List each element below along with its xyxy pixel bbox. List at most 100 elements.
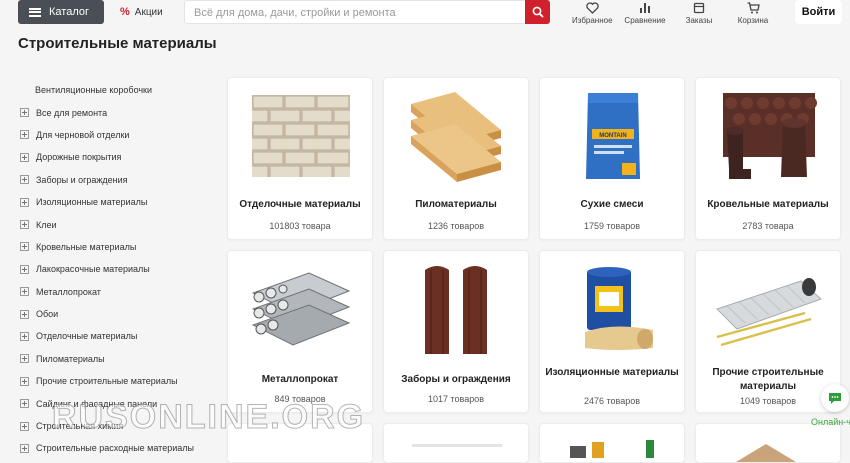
product-image — [736, 444, 796, 462]
category-name: Прочие строительные материалы — [712, 367, 824, 392]
menu-icon — [29, 7, 41, 17]
catalog-button[interactable]: Каталог — [18, 0, 104, 24]
sidebar-item-label: Строительная химия — [36, 421, 124, 432]
sidebar-item-label: Вентиляционные коробочки — [35, 85, 153, 96]
expand-icon[interactable] — [20, 354, 29, 364]
expand-icon[interactable] — [20, 152, 29, 162]
product-image — [570, 440, 654, 458]
sidebar-item[interactable]: Металлопрокат — [20, 281, 220, 303]
category-card[interactable] — [539, 423, 685, 463]
percent-icon: % — [120, 6, 130, 18]
category-count: 1049 товаров — [739, 396, 797, 406]
heart-icon — [585, 2, 599, 14]
sidebar-item[interactable]: Прочие строительные материалы — [20, 370, 220, 392]
search-input[interactable] — [185, 1, 516, 25]
nav-favorites-label: Избранное — [572, 16, 613, 25]
nav-cart[interactable]: Корзина — [736, 1, 770, 25]
sidebar-item-label: Лакокрасочные материалы — [36, 264, 150, 275]
mesh-roll-image — [714, 259, 824, 359]
sidebar-item[interactable]: Клеи — [20, 213, 220, 235]
category-card[interactable] — [227, 423, 373, 463]
sidebar-item[interactable]: Сайдинг и фасадные панели — [20, 392, 220, 414]
expand-icon[interactable] — [20, 220, 29, 230]
expand-icon[interactable] — [20, 309, 29, 319]
dry-mix-bag-image: MONTAIN — [558, 86, 668, 186]
compare-icon — [640, 3, 650, 13]
sidebar-item[interactable]: Строительная химия — [20, 415, 220, 437]
sidebar-item[interactable]: Изоляционные материалы — [20, 191, 220, 213]
page-title: Строительные материалы — [18, 35, 217, 52]
category-name: Заборы и ограждения — [401, 374, 511, 385]
sidebar-item[interactable]: Обои — [20, 303, 220, 325]
category-sidebar: Вентиляционные коробочки Все для ремонта… — [20, 79, 220, 460]
category-count: 1017 товаров — [427, 394, 485, 404]
chat-button[interactable] — [821, 384, 849, 412]
category-card[interactable]: Пиломатериалы 1236 товаров — [383, 77, 529, 240]
category-card[interactable]: Заборы и ограждения 1017 товаров — [383, 250, 529, 413]
expand-icon[interactable] — [20, 443, 29, 453]
category-count: 1759 товаров — [583, 221, 641, 231]
sidebar-item[interactable]: Отделочные материалы — [20, 325, 220, 347]
sidebar-item-label: Изоляционные материалы — [36, 197, 148, 208]
expand-icon[interactable] — [20, 421, 29, 431]
sidebar-item[interactable]: Для черновой отделки — [20, 124, 220, 146]
expand-icon[interactable] — [20, 264, 29, 274]
sidebar-item[interactable]: Вентиляционные коробочки — [20, 79, 220, 101]
category-name: Сухие смеси — [580, 199, 644, 210]
brick-wall-image — [246, 86, 356, 186]
metal-pipes-image — [246, 259, 356, 359]
sidebar-item-label: Обои — [36, 309, 59, 320]
expand-icon[interactable] — [20, 242, 29, 252]
expand-icon[interactable] — [20, 331, 29, 341]
nav-orders[interactable]: Заказы — [683, 1, 715, 25]
login-button[interactable]: Войти — [795, 0, 842, 24]
expand-icon[interactable] — [20, 376, 29, 386]
search-button[interactable] — [525, 0, 550, 24]
category-card[interactable] — [383, 423, 529, 463]
expand-icon[interactable] — [20, 175, 29, 185]
sidebar-item-label: Все для ремонта — [36, 107, 108, 118]
category-name: Отделочные материалы — [239, 199, 361, 210]
category-name: Металлопрокат — [261, 374, 339, 385]
category-card[interactable]: Изоляционные материалы 2476 товаров — [539, 250, 685, 413]
category-card[interactable]: MONTAIN Сухие смеси 1759 товаров — [539, 77, 685, 240]
category-card[interactable]: Кровельные материалы 2783 товара — [695, 77, 841, 240]
expand-icon[interactable] — [20, 108, 29, 118]
sidebar-item-label: Кровельные материалы — [36, 241, 137, 252]
expand-icon[interactable] — [20, 197, 29, 207]
bag-brand-label: MONTAIN — [599, 133, 627, 139]
sidebar-item[interactable]: Дорожные покрытия — [20, 146, 220, 168]
category-card[interactable]: Отделочные материалы 101803 товара — [227, 77, 373, 240]
product-image — [412, 444, 502, 447]
category-count: 2783 товара — [742, 221, 794, 231]
nav-orders-label: Заказы — [685, 16, 713, 25]
category-card[interactable] — [695, 423, 841, 463]
nav-compare-label: Сравнение — [624, 16, 666, 25]
chat-icon — [829, 392, 841, 404]
expand-icon[interactable] — [20, 399, 29, 409]
promo-link[interactable]: % Акции — [120, 6, 163, 18]
search-icon — [532, 6, 544, 18]
category-count: 849 товаров — [274, 394, 326, 404]
sidebar-item-label: Отделочные материалы — [36, 331, 138, 342]
category-card[interactable]: Прочие строительные материалы 1049 товар… — [695, 250, 841, 413]
sidebar-item[interactable]: Строительные расходные материалы — [20, 437, 220, 459]
nav-compare[interactable]: Сравнение — [624, 1, 666, 25]
sidebar-item[interactable]: Лакокрасочные материалы — [20, 258, 220, 280]
expand-icon[interactable] — [20, 287, 29, 297]
promo-label: Акции — [134, 6, 163, 18]
sidebar-item[interactable]: Заборы и ограждения — [20, 169, 220, 191]
sidebar-item[interactable]: Пиломатериалы — [20, 348, 220, 370]
expand-icon[interactable] — [20, 130, 29, 140]
sidebar-item-label: Строительные расходные материалы — [36, 443, 194, 454]
sidebar-item[interactable]: Все для ремонта — [20, 101, 220, 123]
nav-favorites[interactable]: Избранное — [572, 1, 613, 25]
category-card[interactable]: Металлопрокат 849 товаров — [227, 250, 373, 413]
catalog-button-label: Каталог — [49, 6, 89, 18]
search-bar — [184, 0, 550, 25]
category-name: Пиломатериалы — [415, 199, 497, 210]
nav-cart-label: Корзина — [737, 16, 769, 25]
category-count: 2476 товаров — [583, 396, 641, 406]
sidebar-item-label: Дорожные покрытия — [36, 152, 122, 163]
sidebar-item[interactable]: Кровельные материалы — [20, 236, 220, 258]
